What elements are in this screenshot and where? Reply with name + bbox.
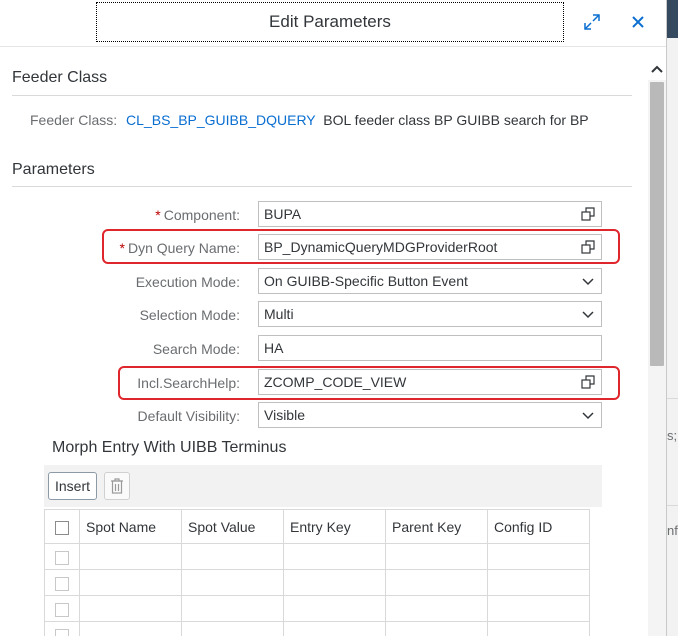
param-row-search-mode: Search Mode: HA bbox=[0, 335, 640, 363]
row-select-cell[interactable] bbox=[44, 621, 80, 636]
table-cell[interactable] bbox=[487, 621, 590, 636]
value-help-icon[interactable] bbox=[581, 375, 595, 389]
table-cell[interactable] bbox=[487, 543, 590, 570]
dialog-title: Edit Parameters bbox=[96, 2, 564, 42]
background-text-fragment: nfi bbox=[667, 523, 678, 538]
table-cell[interactable] bbox=[487, 569, 590, 596]
table-cell[interactable] bbox=[385, 595, 488, 622]
column-header[interactable]: Entry Key bbox=[283, 509, 386, 544]
param-row-selection-mode: Selection Mode: Multi bbox=[0, 301, 640, 329]
morph-entry-title: Morph Entry With UIBB Terminus bbox=[52, 439, 287, 456]
table-cell[interactable] bbox=[283, 569, 386, 596]
morph-entry-table: Spot Name Spot Value Entry Key Parent Ke… bbox=[44, 509, 590, 636]
table-cell[interactable] bbox=[385, 621, 488, 636]
param-row-component: * Component: BUPA bbox=[0, 201, 640, 229]
table-header-row: Spot Name Spot Value Entry Key Parent Ke… bbox=[44, 509, 590, 544]
insert-button[interactable]: Insert bbox=[48, 472, 98, 500]
background-divider bbox=[666, 398, 678, 399]
feeder-class-row: Feeder Class: CL_BS_BP_GUIBB_DQUERY BOL … bbox=[30, 112, 589, 128]
section-divider bbox=[12, 95, 632, 96]
component-input[interactable]: BUPA bbox=[258, 201, 602, 227]
maximize-icon[interactable] bbox=[579, 9, 605, 35]
row-select-cell[interactable] bbox=[44, 569, 80, 596]
trash-icon bbox=[111, 478, 123, 494]
table-row bbox=[44, 621, 590, 636]
table-cell[interactable] bbox=[79, 543, 182, 570]
background-divider bbox=[666, 505, 678, 506]
row-select-cell[interactable] bbox=[44, 595, 80, 622]
table-toolbar: Insert bbox=[44, 465, 602, 507]
feeder-class-link[interactable]: CL_BS_BP_GUIBB_DQUERY bbox=[126, 112, 315, 128]
feeder-class-label: Feeder Class: bbox=[30, 112, 118, 128]
scrollbar-thumb[interactable] bbox=[650, 82, 664, 366]
field-label: Search Mode: bbox=[152, 341, 240, 357]
select-all-cell[interactable] bbox=[44, 509, 80, 544]
field-label: Selection Mode: bbox=[139, 307, 240, 323]
background-text-fragment: s; bbox=[667, 428, 678, 443]
table-cell[interactable] bbox=[79, 569, 182, 596]
chevron-down-icon[interactable] bbox=[581, 408, 595, 422]
section-title-parameters: Parameters bbox=[12, 161, 95, 178]
table-row bbox=[44, 595, 590, 622]
background-app-header bbox=[666, 0, 678, 38]
incl-search-help-input[interactable]: ZCOMP_CODE_VIEW bbox=[258, 369, 602, 395]
required-marker: * bbox=[155, 207, 161, 223]
table-cell[interactable] bbox=[79, 621, 182, 636]
param-row-incl-search-help: Incl.SearchHelp: ZCOMP_CODE_VIEW bbox=[0, 369, 640, 397]
row-checkbox[interactable] bbox=[55, 576, 69, 591]
chevron-down-icon[interactable] bbox=[581, 274, 595, 288]
table-cell[interactable] bbox=[385, 543, 488, 570]
chevron-down-icon[interactable] bbox=[581, 307, 595, 321]
table-cell[interactable] bbox=[283, 595, 386, 622]
table-cell[interactable] bbox=[487, 595, 590, 622]
param-row-dyn-query-name: * Dyn Query Name: BP_DynamicQueryMDGProvi… bbox=[0, 234, 640, 262]
table-cell[interactable] bbox=[181, 621, 284, 636]
section-title-feeder-class: Feeder Class bbox=[12, 69, 108, 86]
dialog-header: Edit Parameters bbox=[0, 0, 666, 47]
table-cell[interactable] bbox=[181, 543, 284, 570]
table-cell[interactable] bbox=[283, 543, 386, 570]
background-app bbox=[666, 0, 678, 636]
delete-button[interactable] bbox=[104, 472, 130, 500]
section-divider bbox=[12, 186, 632, 187]
default-visibility-select[interactable]: Visible bbox=[258, 402, 602, 428]
table-cell[interactable] bbox=[385, 569, 488, 596]
param-row-default-visibility: Default Visibility: Visible bbox=[0, 402, 640, 430]
row-checkbox[interactable] bbox=[55, 602, 69, 617]
dyn-query-name-input[interactable]: BP_DynamicQueryMDGProviderRoot bbox=[258, 234, 602, 260]
required-marker: * bbox=[119, 240, 125, 256]
column-header[interactable]: Spot Value bbox=[181, 509, 284, 544]
row-checkbox[interactable] bbox=[55, 628, 69, 636]
edit-parameters-dialog: Edit Parameters Feeder Class Feeder Clas… bbox=[0, 0, 667, 636]
scroll-up-icon[interactable] bbox=[648, 58, 666, 80]
column-header[interactable]: Config ID bbox=[487, 509, 590, 544]
field-label: Incl.SearchHelp: bbox=[137, 375, 240, 391]
field-label: Default Visibility: bbox=[137, 408, 240, 424]
table-cell[interactable] bbox=[181, 569, 284, 596]
table-row bbox=[44, 569, 590, 596]
table-cell[interactable] bbox=[79, 595, 182, 622]
field-label: * Dyn Query Name: bbox=[119, 240, 241, 256]
column-header[interactable]: Spot Name bbox=[79, 509, 182, 544]
row-select-cell[interactable] bbox=[44, 543, 80, 570]
param-row-execution-mode: Execution Mode: On GUIBB-Specific Button… bbox=[0, 268, 640, 296]
close-icon[interactable] bbox=[625, 9, 651, 35]
table-cell[interactable] bbox=[181, 595, 284, 622]
field-label: * Component: bbox=[155, 207, 240, 223]
select-all-checkbox[interactable] bbox=[55, 520, 69, 535]
value-help-icon[interactable] bbox=[581, 240, 595, 254]
row-checkbox[interactable] bbox=[55, 550, 69, 565]
selection-mode-select[interactable]: Multi bbox=[258, 301, 602, 327]
search-mode-input[interactable]: HA bbox=[258, 335, 602, 361]
table-cell[interactable] bbox=[283, 621, 386, 636]
table-row bbox=[44, 543, 590, 570]
value-help-icon[interactable] bbox=[581, 207, 595, 221]
feeder-class-description: BOL feeder class BP GUIBB search for BP bbox=[323, 112, 589, 128]
field-label: Execution Mode: bbox=[135, 274, 240, 290]
column-header[interactable]: Parent Key bbox=[385, 509, 488, 544]
execution-mode-select[interactable]: On GUIBB-Specific Button Event bbox=[258, 268, 602, 294]
